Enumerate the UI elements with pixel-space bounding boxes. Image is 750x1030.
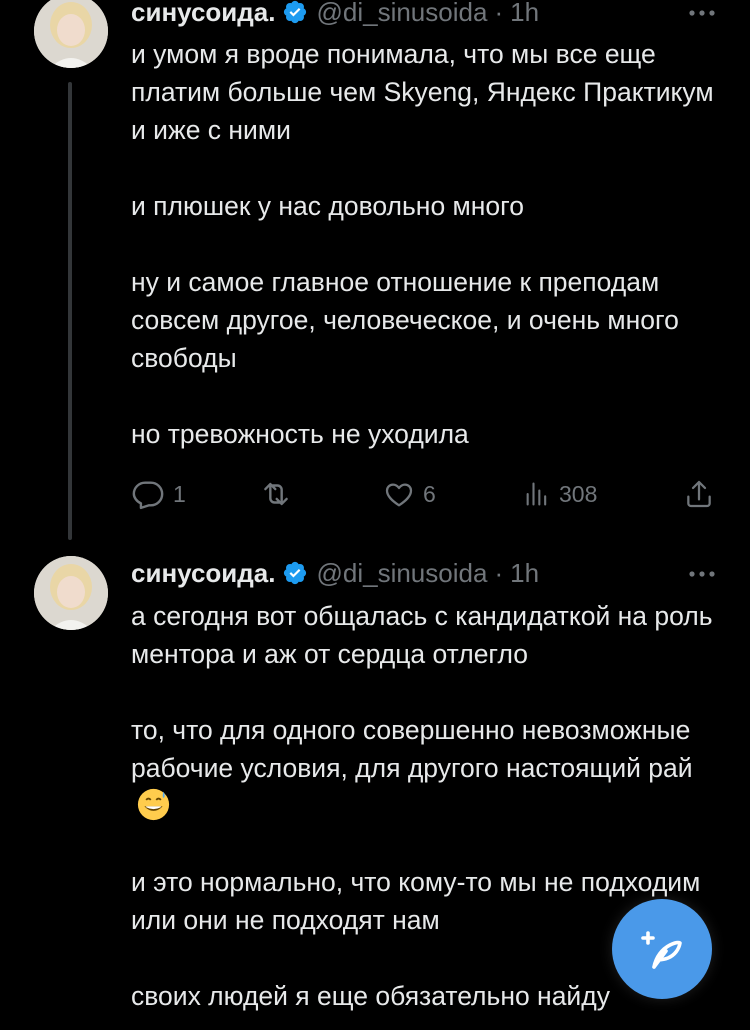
like-icon [385,483,413,507]
compose-icon [641,931,682,969]
share-button[interactable] [683,474,715,514]
separator-dot: · [494,0,504,27]
tweet-actions: 1 6 308 [131,474,721,514]
more-icon[interactable] [686,566,718,582]
tweet-paragraph: ну и самое главное отношение к преподам … [131,267,679,373]
avatar-photo [34,556,108,630]
like-button[interactable]: 6 [383,474,436,514]
tweet-header: синусоида. @di_sinusoida · 1h [131,558,539,588]
compose-button[interactable] [612,899,712,999]
more-icon[interactable] [686,5,718,21]
thread-line [68,82,72,540]
avatar[interactable] [34,556,108,630]
author-handle[interactable]: @di_sinusoida [316,0,487,28]
tweet-1[interactable]: синусоида. @di_sinusoida · 1h и умом я в… [0,0,750,540]
author-name[interactable]: синусоида. [131,0,275,28]
retweet-button[interactable] [259,474,293,514]
tweet-paragraph: и плюшек у нас довольно много [131,191,524,221]
reply-icon [132,481,164,510]
author-handle[interactable]: @di_sinusoida [316,558,487,589]
views-icon [526,482,547,506]
author-name[interactable]: синусоида. [131,558,275,589]
avatar[interactable] [34,0,108,68]
timestamp[interactable]: 1h [510,558,539,589]
views-button[interactable]: 308 [523,474,597,514]
avatar-photo [34,0,108,68]
views-count: 308 [559,480,598,507]
timestamp[interactable]: 1h [510,0,539,28]
tweet-paragraph: но тревожность не уходила [131,419,469,449]
tweet-paragraph: то, что для одного совершенно невозможны… [131,711,721,825]
reply-count: 1 [173,480,186,507]
retweet-icon [264,482,288,506]
tweet-text: и умом я вроде понимала, что мы все еще … [131,35,721,453]
tweet-paragraph-text: то, что для одного совершенно невозможны… [131,715,693,783]
tweet-header: синусоида. @di_sinusoida · 1h [131,0,539,27]
like-count: 6 [423,480,436,507]
reply-button[interactable]: 1 [131,474,186,514]
verified-badge-icon [284,0,307,24]
tweet-paragraph: и умом я вроде понимала, что мы все еще … [131,39,714,145]
grinning-sweat-emoji [137,788,170,821]
share-icon [687,480,711,508]
verified-badge-icon [284,561,307,585]
tweet-paragraph: а сегодня вот общалась с кандидаткой на … [131,601,713,669]
separator-dot: · [494,557,504,588]
